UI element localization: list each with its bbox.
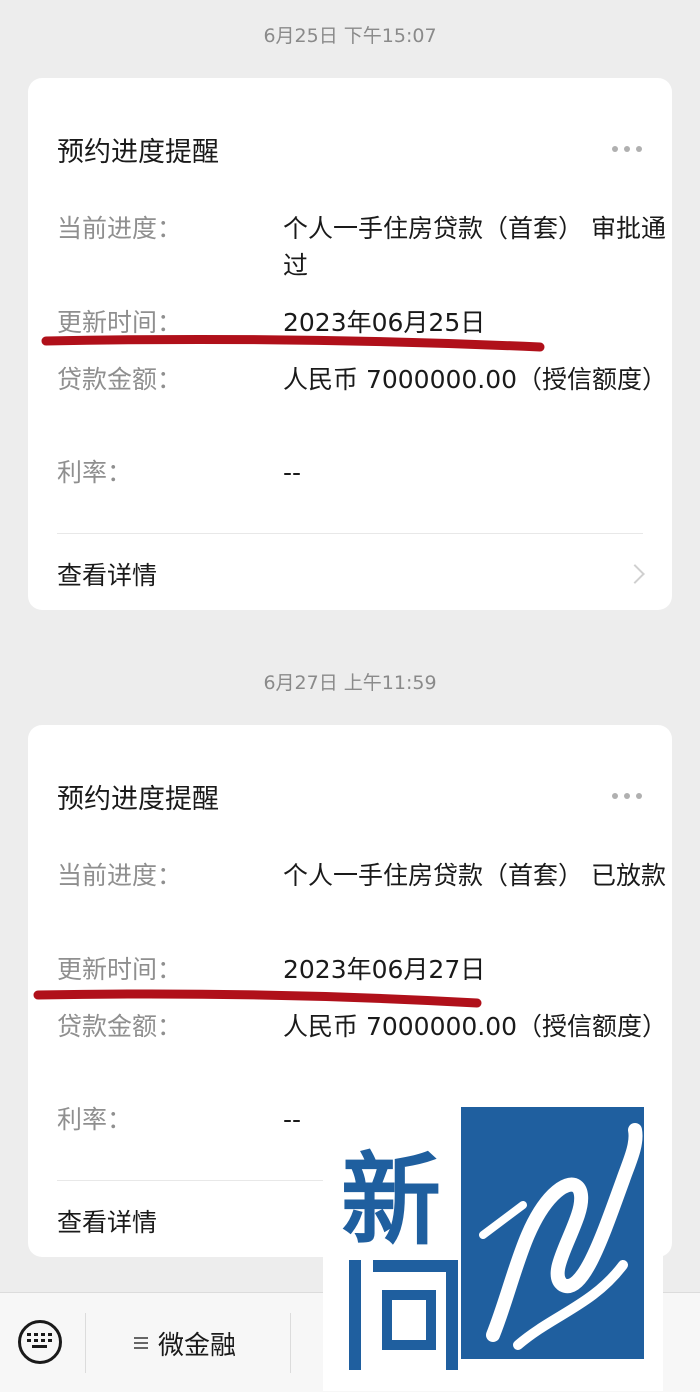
field-value: 2023年06月27日 — [283, 955, 486, 984]
more-options-icon[interactable] — [612, 146, 642, 152]
menu-item-wei-jinrong[interactable]: 微金融 — [158, 1325, 236, 1362]
field-value: 个人一手住房贷款（首套） 审批通过 — [283, 214, 666, 280]
field-label: 更新时间： — [57, 955, 183, 984]
field-value: -- — [283, 458, 302, 487]
message-timestamp: 6月25日 下午15:07 — [263, 25, 437, 47]
more-options-icon[interactable] — [612, 793, 642, 799]
card-title: 预约进度提醒 — [57, 784, 219, 815]
logo-text: 新 — [341, 1142, 441, 1259]
field-label: 利率： — [57, 458, 133, 487]
red-underline-annotation — [41, 334, 545, 352]
chevron-right-icon — [625, 564, 645, 584]
divider — [290, 1313, 291, 1373]
field-value: 个人一手住房贷款（首套） 已放款 — [283, 861, 666, 890]
field-label: 贷款金额： — [57, 365, 183, 394]
menu-icon — [134, 1337, 148, 1349]
message-timestamp: 6月27日 上午11:59 — [263, 672, 437, 694]
divider — [57, 533, 643, 534]
divider — [85, 1313, 86, 1373]
field-label: 利率： — [57, 1105, 133, 1134]
view-details-link[interactable]: 查看详情 — [57, 1203, 157, 1239]
red-underline-annotation — [33, 989, 482, 1008]
view-details-link[interactable]: 查看详情 — [57, 556, 157, 592]
field-value: 人民币 7000000.00（授信额度） — [283, 365, 668, 394]
news-logo-watermark: 新 — [323, 1085, 663, 1391]
card-title: 预约进度提醒 — [57, 137, 219, 168]
field-label: 当前进度： — [57, 861, 183, 890]
keyboard-icon[interactable] — [18, 1320, 62, 1364]
field-label: 当前进度： — [57, 214, 183, 243]
